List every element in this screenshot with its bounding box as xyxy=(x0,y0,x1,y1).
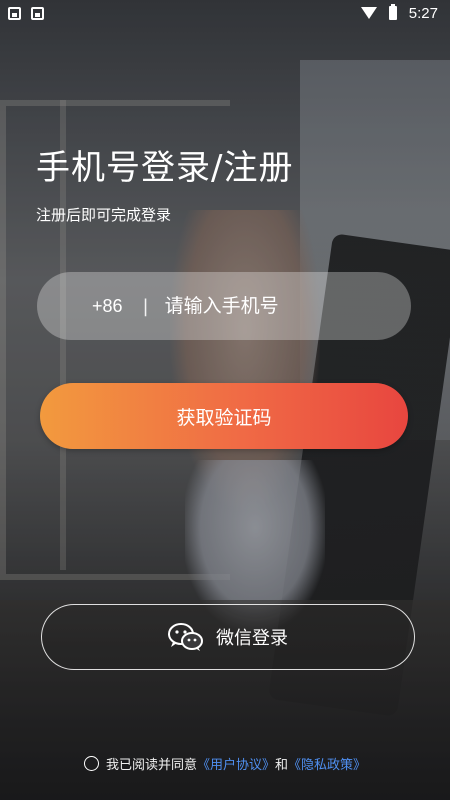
app-icon xyxy=(31,6,44,20)
status-bar: 5:27 xyxy=(0,0,450,26)
page-subtitle: 注册后即可完成登录 xyxy=(36,206,172,224)
status-time: 5:27 xyxy=(408,4,438,22)
wifi-icon xyxy=(360,7,377,19)
phone-field[interactable]: +86 | xyxy=(37,272,411,340)
wechat-login-label: 微信登录 xyxy=(216,628,288,649)
user-agreement-link[interactable]: 《用户协议》 xyxy=(197,754,275,773)
agreement-and: 和 xyxy=(275,758,289,773)
agree-checkbox[interactable] xyxy=(83,756,99,771)
phone-input[interactable] xyxy=(162,294,377,318)
country-code[interactable]: +86 xyxy=(92,296,123,317)
wechat-login-button[interactable]: 微信登录 xyxy=(41,604,415,670)
status-right: 5:27 xyxy=(360,4,438,22)
page-title: 手机号登录/注册 xyxy=(36,148,294,188)
image-icon xyxy=(8,6,21,20)
battery-icon xyxy=(388,4,397,20)
agreement-row: 我已阅读并同意 《用户协议》 和 《隐私政策》 xyxy=(0,754,450,773)
agreement-prefix: 我已阅读并同意 xyxy=(105,758,197,773)
wechat-icon xyxy=(168,623,203,651)
get-code-button[interactable]: 获取验证码 xyxy=(40,383,408,449)
privacy-policy-link[interactable]: 《隐私政策》 xyxy=(288,754,366,773)
status-left xyxy=(8,6,44,20)
field-divider: | xyxy=(142,295,149,317)
